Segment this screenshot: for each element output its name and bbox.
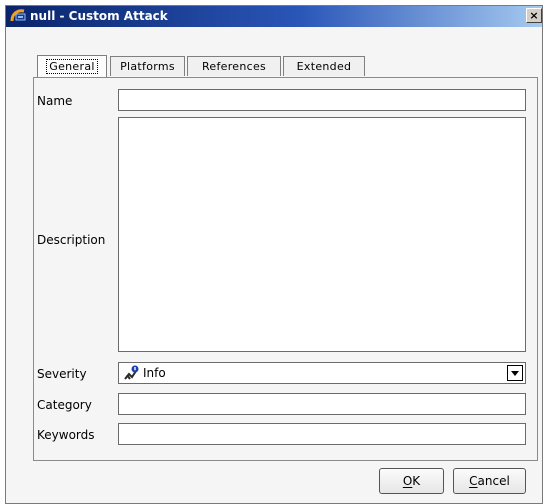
severity-dropdown-button[interactable] [507,365,523,381]
keywords-label: Keywords [37,428,95,442]
window-title: null - Custom Attack [30,9,168,23]
tab-platforms-label: Platforms [120,60,175,73]
title-bar[interactable]: null - Custom Attack × [6,6,542,27]
chevron-down-icon [511,370,519,376]
ok-button[interactable]: OK [379,468,444,494]
name-input[interactable] [119,90,525,110]
tab-extended-label: Extended [296,60,352,73]
cancel-button[interactable]: Cancel [453,468,526,494]
tab-general[interactable]: General [37,55,107,77]
tab-extended[interactable]: Extended [283,56,365,76]
tab-references[interactable]: References [187,56,281,76]
cancel-label-rest: ancel [477,474,510,488]
name-label: Name [37,94,73,108]
ok-label-rest: K [412,474,421,488]
category-field[interactable] [118,393,526,415]
close-button[interactable]: × [526,8,542,23]
app-icon [10,9,26,22]
tab-references-label: References [201,60,267,73]
name-field[interactable] [118,89,526,111]
description-label: Description [37,233,106,247]
tab-platforms[interactable]: Platforms [110,56,185,76]
keywords-field[interactable] [118,423,526,445]
tab-strip: General Platforms References Extended [30,55,390,77]
tab-general-label: General [46,59,98,74]
severity-label: Severity [37,367,87,381]
info-severity-icon [124,365,139,380]
category-label: Category [37,398,92,412]
description-field[interactable] [118,117,526,352]
category-input[interactable] [119,394,525,414]
ok-mnemonic: O [402,474,413,488]
close-icon: × [529,9,539,22]
severity-select[interactable]: Info [118,362,526,384]
keywords-input[interactable] [119,424,525,444]
severity-value: Info [143,366,166,380]
cancel-mnemonic: C [469,474,478,488]
description-textarea[interactable] [119,118,525,351]
